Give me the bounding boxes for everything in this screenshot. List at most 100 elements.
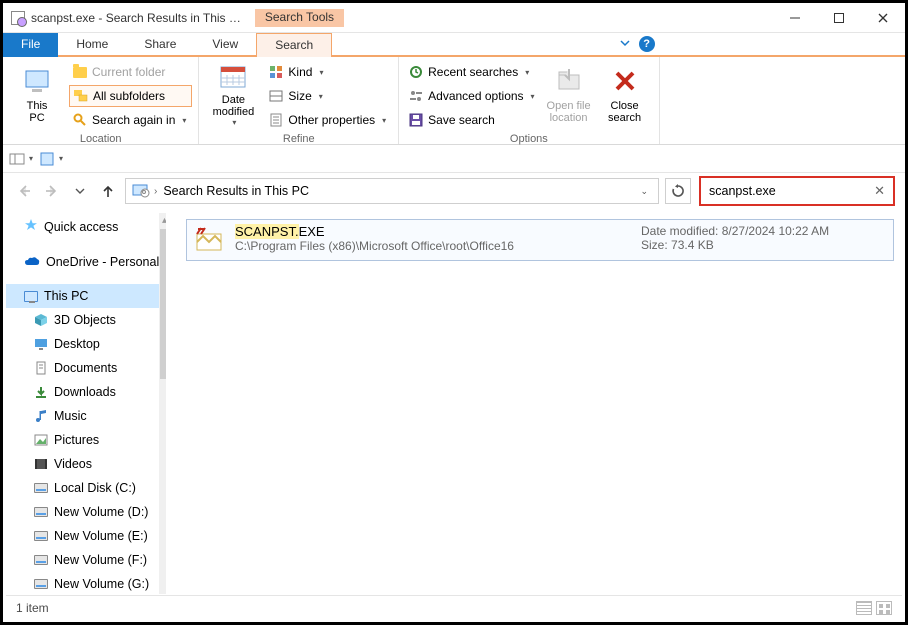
- cube-icon: [34, 313, 48, 327]
- nav-item-label: New Volume (F:): [54, 553, 147, 567]
- folder-icon: [73, 67, 87, 78]
- help-icon[interactable]: ?: [639, 36, 655, 52]
- tab-view[interactable]: View: [194, 33, 256, 57]
- cloud-icon: [24, 256, 40, 268]
- nav-back-button: [13, 180, 35, 202]
- nav-this-pc-label: This PC: [44, 289, 88, 303]
- advanced-options-button[interactable]: Advanced options▾: [405, 85, 540, 107]
- chevron-down-icon: ▾: [525, 68, 529, 77]
- save-search-button[interactable]: Save search: [405, 109, 540, 131]
- size-label: Size: [288, 89, 311, 103]
- tab-search[interactable]: Search: [256, 33, 332, 57]
- result-size-value: 73.4 KB: [671, 238, 714, 252]
- status-item-count: 1 item: [16, 601, 49, 615]
- collapse-ribbon-icon[interactable]: [619, 37, 631, 52]
- nav-videos[interactable]: Videos: [6, 452, 166, 476]
- chevron-down-icon: ▾: [232, 118, 236, 127]
- tab-home[interactable]: Home: [58, 33, 126, 57]
- address-bar[interactable]: › Search Results in This PC ⌄: [125, 178, 659, 204]
- advanced-options-icon: [409, 89, 423, 103]
- results-pane[interactable]: SCANPST.EXE C:\Program Files (x86)\Micro…: [166, 213, 902, 594]
- recent-searches-icon: [409, 65, 423, 79]
- app-icon: [11, 11, 25, 25]
- nav-pictures[interactable]: Pictures: [6, 428, 166, 452]
- nav-onedrive[interactable]: OneDrive - Personal: [6, 250, 166, 274]
- address-history-dropdown[interactable]: ⌄: [632, 186, 656, 197]
- clear-search-icon[interactable]: ✕: [874, 183, 885, 199]
- search-again-in-button[interactable]: Search again in ▾: [69, 109, 192, 131]
- properties-icon: [269, 113, 283, 127]
- nav-music[interactable]: Music: [6, 404, 166, 428]
- date-modified-label: Date modified: [213, 94, 255, 118]
- date-modified-button[interactable]: Date modified▾: [205, 61, 261, 127]
- all-subfolders-button[interactable]: All subfolders: [69, 85, 192, 107]
- search-box[interactable]: ✕: [699, 176, 895, 206]
- picture-icon: [34, 434, 48, 446]
- preview-pane-icon[interactable]: [9, 151, 25, 167]
- open-location-label: Open file location: [547, 100, 591, 124]
- this-pc-button[interactable]: This PC: [9, 61, 65, 127]
- window-minimize-button[interactable]: [773, 3, 817, 33]
- close-search-icon: [610, 65, 640, 97]
- breadcrumb[interactable]: Search Results in This PC: [157, 184, 315, 198]
- result-date-value: 8/27/2024 10:22 AM: [722, 224, 829, 238]
- advanced-options-label: Advanced options: [428, 89, 523, 103]
- chevron-down-icon: ▾: [319, 68, 323, 77]
- nav-3d-objects[interactable]: 3D Objects: [6, 308, 166, 332]
- search-input[interactable]: [709, 184, 870, 198]
- recent-searches-button[interactable]: Recent searches▾: [405, 61, 540, 83]
- group-options-label: Options: [399, 131, 658, 148]
- search-again-label: Search again in: [92, 113, 175, 127]
- window-close-button[interactable]: [861, 3, 905, 33]
- nav-history-dropdown[interactable]: [69, 180, 91, 202]
- drive-icon: [34, 483, 48, 493]
- nav-item-label: Music: [54, 409, 87, 423]
- document-icon: [34, 361, 48, 375]
- kind-icon: [269, 65, 283, 79]
- navigation-pane[interactable]: Quick access OneDrive - Personal This PC…: [6, 213, 166, 594]
- nav-desktop[interactable]: Desktop: [6, 332, 166, 356]
- view-large-icons-button[interactable]: [876, 601, 892, 615]
- group-refine-label: Refine: [199, 131, 398, 148]
- nav-local-disk-c[interactable]: Local Disk (C:): [6, 476, 166, 500]
- view-details-button[interactable]: [856, 601, 872, 615]
- tab-file[interactable]: File: [3, 33, 58, 57]
- nav-quick-access[interactable]: Quick access: [6, 213, 166, 240]
- music-icon: [34, 409, 48, 423]
- result-row[interactable]: SCANPST.EXE C:\Program Files (x86)\Micro…: [186, 219, 894, 261]
- other-properties-label: Other properties: [288, 113, 375, 127]
- window-maximize-button[interactable]: [817, 3, 861, 33]
- chevron-down-icon[interactable]: ▾: [59, 154, 63, 163]
- details-pane-icon[interactable]: [39, 151, 55, 167]
- refresh-button[interactable]: [665, 178, 691, 204]
- nav-up-button[interactable]: [97, 180, 119, 202]
- result-file-name: SCANPST.EXE: [235, 224, 631, 239]
- nav-volume-d[interactable]: New Volume (D:): [6, 500, 166, 524]
- chevron-down-icon: ▾: [182, 116, 186, 125]
- group-location-label: Location: [3, 131, 198, 148]
- nav-this-pc[interactable]: This PC: [6, 284, 166, 308]
- chevron-down-icon[interactable]: ▾: [29, 154, 33, 163]
- close-search-button[interactable]: Close search: [597, 61, 653, 127]
- nav-documents[interactable]: Documents: [6, 356, 166, 380]
- nav-item-label: New Volume (E:): [54, 529, 148, 543]
- size-button[interactable]: Size▾: [265, 85, 392, 107]
- nav-volume-f[interactable]: New Volume (F:): [6, 548, 166, 572]
- result-size-label: Size:: [641, 238, 668, 252]
- nav-item-label: Pictures: [54, 433, 99, 447]
- kind-button[interactable]: Kind▾: [265, 61, 392, 83]
- nav-downloads[interactable]: Downloads: [6, 380, 166, 404]
- tab-share[interactable]: Share: [126, 33, 194, 57]
- result-file-path: C:\Program Files (x86)\Microsoft Office\…: [235, 239, 631, 253]
- nav-forward-button: [41, 180, 63, 202]
- nav-item-label: New Volume (D:): [54, 505, 148, 519]
- other-properties-button[interactable]: Other properties▾: [265, 109, 392, 131]
- nav-volume-g[interactable]: New Volume (G:): [6, 572, 166, 594]
- drive-icon: [34, 507, 48, 517]
- search-location-icon: [132, 182, 150, 201]
- drive-icon: [34, 579, 48, 589]
- size-icon: [269, 89, 283, 103]
- current-folder-button: Current folder: [69, 61, 192, 83]
- nav-volume-e[interactable]: New Volume (E:): [6, 524, 166, 548]
- nav-onedrive-label: OneDrive - Personal: [46, 255, 159, 269]
